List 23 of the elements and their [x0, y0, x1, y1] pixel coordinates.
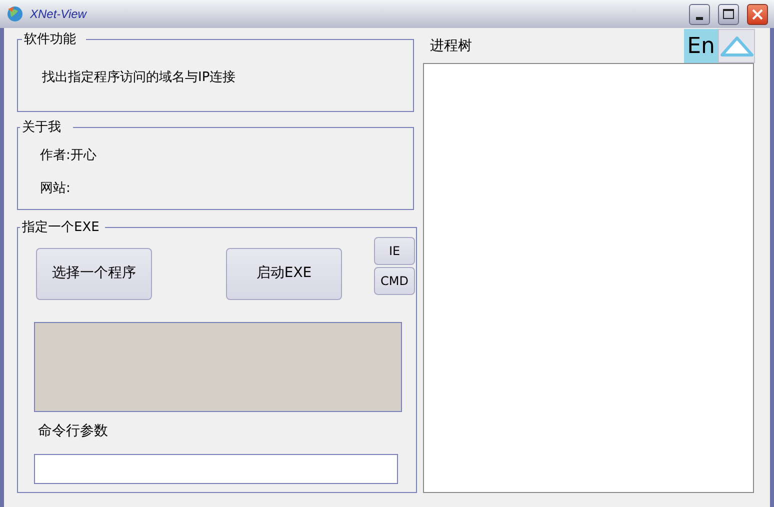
group-label: 指定一个EXE	[21, 219, 100, 237]
minimize-icon	[696, 16, 703, 20]
close-button[interactable]	[747, 4, 768, 24]
select-program-button[interactable]: 选择一个程序	[36, 248, 152, 300]
window-title: XNet-View	[30, 6, 86, 23]
group-label: 软件功能	[23, 31, 77, 49]
close-icon	[752, 8, 763, 20]
args-label: 命令行参数	[38, 422, 109, 440]
shortcut-button[interactable]: CMD	[374, 266, 415, 294]
group-label: 关于我	[21, 119, 62, 137]
shortcut-button[interactable]: IE	[374, 236, 415, 264]
author-text: 作者:开心	[40, 146, 98, 164]
start-exe-button[interactable]: 启动EXE	[226, 248, 342, 300]
maximize-button[interactable]	[718, 4, 739, 24]
minimize-button[interactable]	[689, 4, 710, 24]
process-tree-label: 进程树	[430, 37, 472, 56]
maximize-icon	[723, 9, 734, 19]
globe-icon	[6, 5, 24, 23]
args-field[interactable]	[34, 454, 398, 484]
language-button[interactable]: En	[684, 29, 718, 63]
feature-description: 找出指定程序访问的域名与IP连接	[42, 70, 236, 84]
website-label: 网站:	[40, 180, 72, 198]
triangle-up-icon	[720, 35, 754, 57]
